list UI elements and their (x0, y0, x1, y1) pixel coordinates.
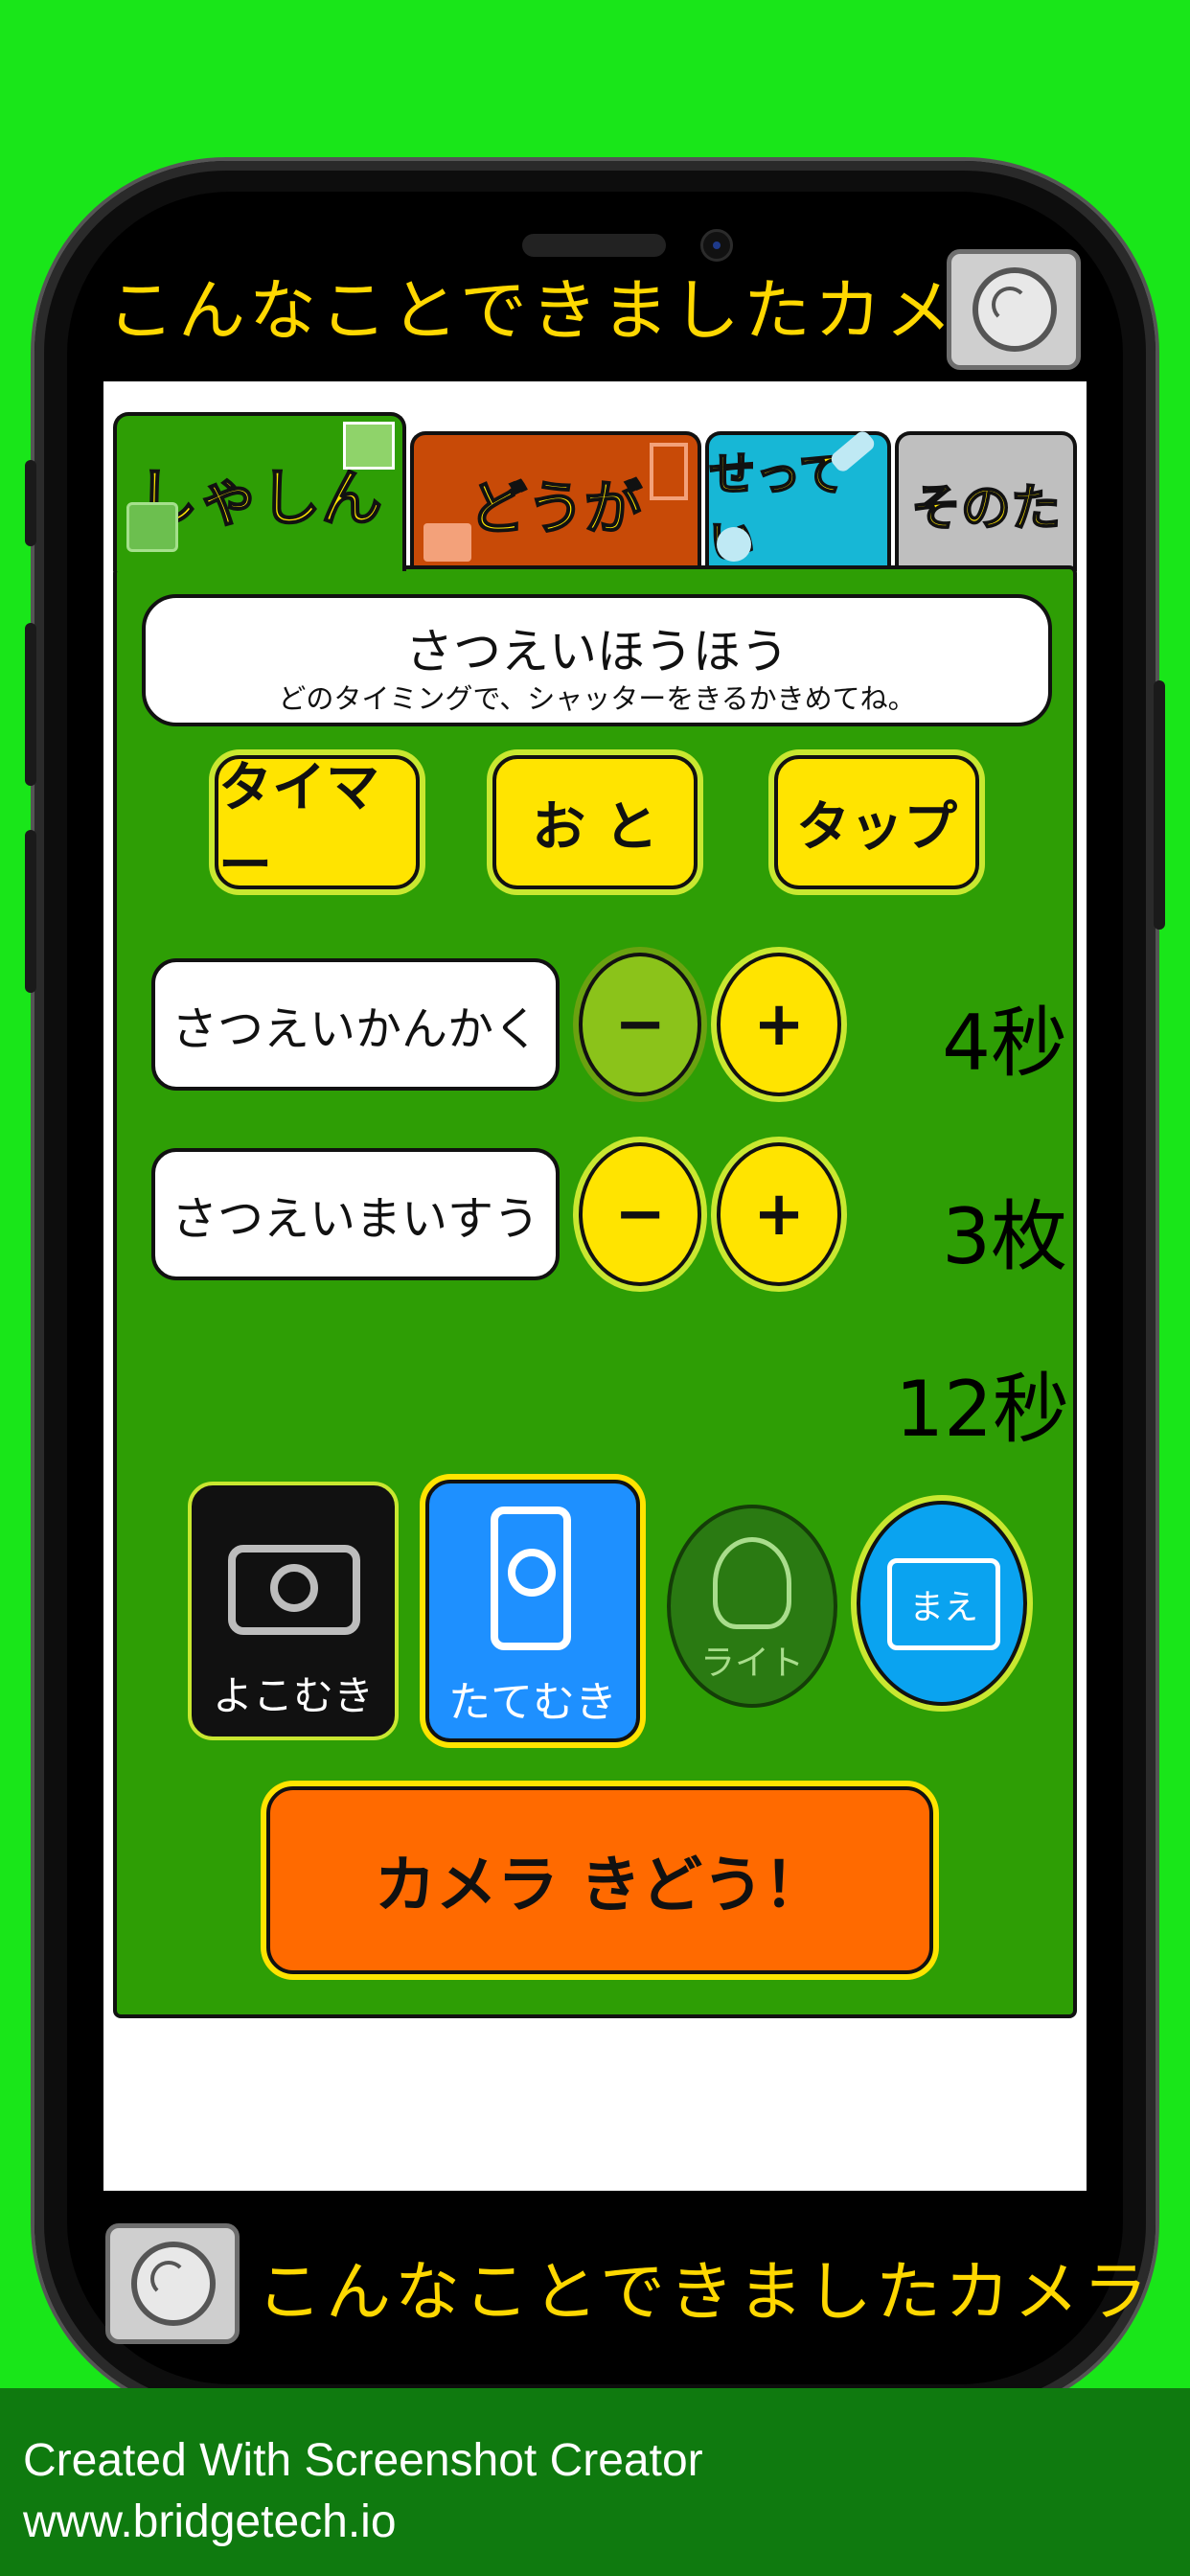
landscape-button[interactable]: よこむき (188, 1482, 399, 1740)
minus-icon: − (614, 989, 666, 1060)
landscape-label: よこむき (212, 1672, 374, 1719)
timer-button[interactable]: タイマー (215, 755, 420, 897)
light-button[interactable]: ライト (667, 1505, 837, 1708)
shooting-method-subtitle: どのタイミングで、シャッターをきるかきめてね。 (278, 682, 916, 715)
total-time-value: 12秒 (895, 1365, 1069, 1454)
bottom-banner-title: こんなことできましたカメラ (257, 2255, 1152, 2331)
plus-icon: + (753, 1179, 805, 1250)
count-minus-button[interactable]: − (579, 1142, 701, 1286)
lightbulb-icon (713, 1537, 791, 1629)
portrait-camera-icon (491, 1506, 571, 1650)
interval-label: さつえいかんかく (151, 958, 560, 1091)
tab-video-label: どうが (469, 474, 643, 543)
portrait-label: たてむき (448, 1678, 617, 1727)
tab-other-label: そのた (910, 479, 1062, 539)
timer-button-label: タイマー (218, 757, 379, 897)
interval-value: 4秒 (942, 999, 1067, 1088)
front-camera (700, 229, 733, 262)
camera-icon (228, 1545, 360, 1635)
launch-camera-button[interactable]: カメラ きどう！ (266, 1786, 933, 1974)
portrait-button[interactable]: たてむき (425, 1480, 640, 1742)
sound-button-label: お と (532, 795, 658, 859)
tab-video[interactable]: どうが (410, 431, 701, 571)
footer-credit: Created With Screenshot Creator (23, 2435, 703, 2486)
count-value: 3枚 (942, 1192, 1067, 1281)
mute-switch (25, 460, 36, 546)
count-plus-button[interactable]: + (717, 1142, 841, 1286)
volume-up-button (25, 623, 36, 786)
light-label: ライト (699, 1644, 804, 1683)
minus-icon: − (614, 1179, 666, 1250)
count-label: さつえいまいすう (151, 1148, 560, 1280)
plus-icon: + (753, 989, 805, 1060)
camera-logo-icon (105, 2223, 240, 2344)
video-camera-icon (423, 523, 471, 562)
interval-minus-button[interactable]: − (579, 953, 701, 1096)
film-icon (650, 443, 688, 500)
speaker-notch (522, 234, 666, 257)
front-camera-button[interactable]: まえ (857, 1501, 1027, 1706)
tap-button[interactable]: タップ (774, 755, 979, 889)
camera-logo-icon (947, 249, 1081, 370)
footer-url[interactable]: www.bridgetech.io (23, 2496, 397, 2548)
shooting-method-header: さつえいほうほう どのタイミングで、シャッターをきるかきめてね。 (142, 594, 1052, 726)
gear-icon (717, 527, 751, 562)
volume-down-button (25, 830, 36, 993)
shooting-method-title: さつえいほうほう (405, 624, 789, 679)
picture-icon (343, 422, 395, 470)
power-button (1154, 680, 1165, 930)
tap-button-label: タップ (796, 795, 957, 859)
tab-other[interactable]: そのた (895, 431, 1077, 571)
front-camera-icon: まえ (887, 1558, 1000, 1650)
tab-photo[interactable]: しゃしん (113, 412, 406, 571)
tab-settings[interactable]: せってい (705, 428, 891, 571)
top-banner-title: こんなことできましたカメラ (107, 271, 1027, 350)
sound-button[interactable]: お と (492, 755, 698, 889)
launch-camera-label: カメラ きどう！ (374, 1851, 826, 1921)
interval-plus-button[interactable]: + (717, 953, 841, 1096)
small-camera-icon (126, 502, 178, 552)
front-camera-label: まえ (908, 1588, 978, 1627)
